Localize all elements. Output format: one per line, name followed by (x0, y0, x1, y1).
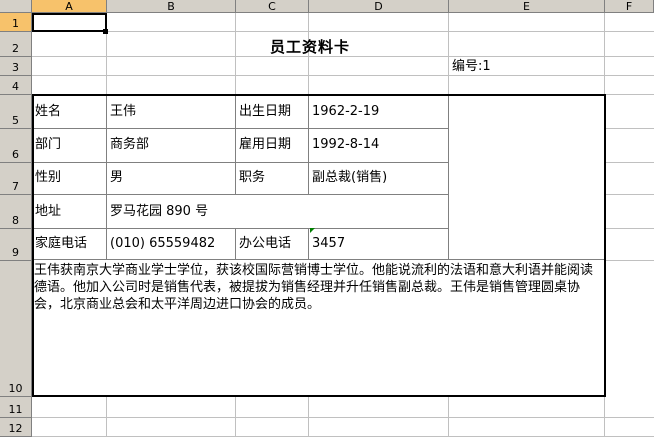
hire-date-label: 雇用日期 (239, 137, 292, 152)
comment-indicator-icon (310, 228, 315, 233)
card-border-top (32, 94, 606, 96)
home-phone-label: 家庭电话 (35, 236, 88, 251)
name-label: 姓名 (35, 104, 62, 119)
gridline (605, 260, 654, 261)
gridline (605, 228, 654, 229)
gender-label: 性别 (35, 170, 62, 185)
column-header-a[interactable]: A (32, 0, 107, 13)
office-phone-label: 办公电话 (239, 236, 292, 251)
hire-date-value: 1992-8-14 (312, 137, 380, 152)
job-title-value: 副总裁(销售) (312, 170, 388, 185)
birth-date-label: 出生日期 (239, 104, 292, 119)
card-title: 员工资料卡 (270, 38, 351, 56)
selected-cell-a1[interactable] (32, 13, 107, 32)
row-header-4[interactable]: 4 (0, 76, 32, 95)
row-header-6[interactable]: 6 (0, 129, 32, 163)
card-inner-border (33, 128, 449, 129)
column-header-c[interactable]: C (236, 0, 309, 13)
job-title-label: 职务 (239, 170, 266, 185)
office-phone-value: 3457 (312, 236, 346, 251)
gender-value: 男 (110, 170, 124, 185)
department-value: 商务部 (110, 137, 150, 152)
row-header-11[interactable]: 11 (0, 397, 32, 418)
address-label: 地址 (35, 204, 62, 219)
card-inner-border (106, 96, 107, 259)
row-header-9[interactable]: 9 (0, 229, 32, 261)
card-inner-border (235, 96, 236, 195)
card-inner-border (308, 96, 309, 195)
card-inner-border (33, 228, 449, 229)
select-all-corner[interactable] (0, 0, 32, 13)
row-header-12[interactable]: 12 (0, 418, 32, 437)
notes-text: 王伟获南京大学商业学士学位，获该校国际营销博士学位。他能说流利的法语和意大利语并… (34, 263, 594, 312)
row-header-5[interactable]: 5 (0, 95, 32, 129)
gridline (32, 75, 654, 76)
gridline (32, 31, 654, 32)
gridline (605, 162, 654, 163)
card-inner-border (308, 228, 309, 259)
department-label: 部门 (35, 137, 62, 152)
gridline (605, 194, 654, 195)
row-header-7[interactable]: 7 (0, 163, 32, 195)
row-header-1[interactable]: 1 (0, 13, 32, 32)
card-inner-border (33, 194, 449, 195)
card-inner-border (33, 162, 449, 163)
serial-number: 编号:1 (452, 59, 491, 74)
name-value: 王伟 (110, 104, 137, 119)
home-phone-value: (010) 65559482 (110, 236, 216, 251)
column-header-b[interactable]: B (107, 0, 236, 13)
row-header-10[interactable]: 10 (0, 261, 32, 397)
card-border-right (604, 94, 606, 397)
column-header-d[interactable]: D (309, 0, 449, 13)
card-border-left (32, 94, 34, 397)
birth-date-value: 1962-2-19 (312, 104, 380, 119)
card-border-bottom (32, 395, 606, 397)
row-header-2[interactable]: 2 (0, 32, 32, 57)
fill-handle[interactable] (103, 29, 108, 34)
spreadsheet-grid: A B C D E F 1 2 3 4 5 6 7 8 9 10 11 12 员… (0, 0, 654, 437)
card-inner-border (33, 259, 604, 260)
gridline (32, 417, 654, 418)
row-header-8[interactable]: 8 (0, 195, 32, 229)
gridline (605, 128, 654, 129)
column-header-e[interactable]: E (449, 0, 605, 13)
row-header-3[interactable]: 3 (0, 57, 32, 76)
card-inner-border (448, 96, 449, 259)
column-header-f[interactable]: F (605, 0, 654, 13)
card-inner-border (235, 228, 236, 259)
address-value: 罗马花园 890 号 (110, 204, 209, 219)
